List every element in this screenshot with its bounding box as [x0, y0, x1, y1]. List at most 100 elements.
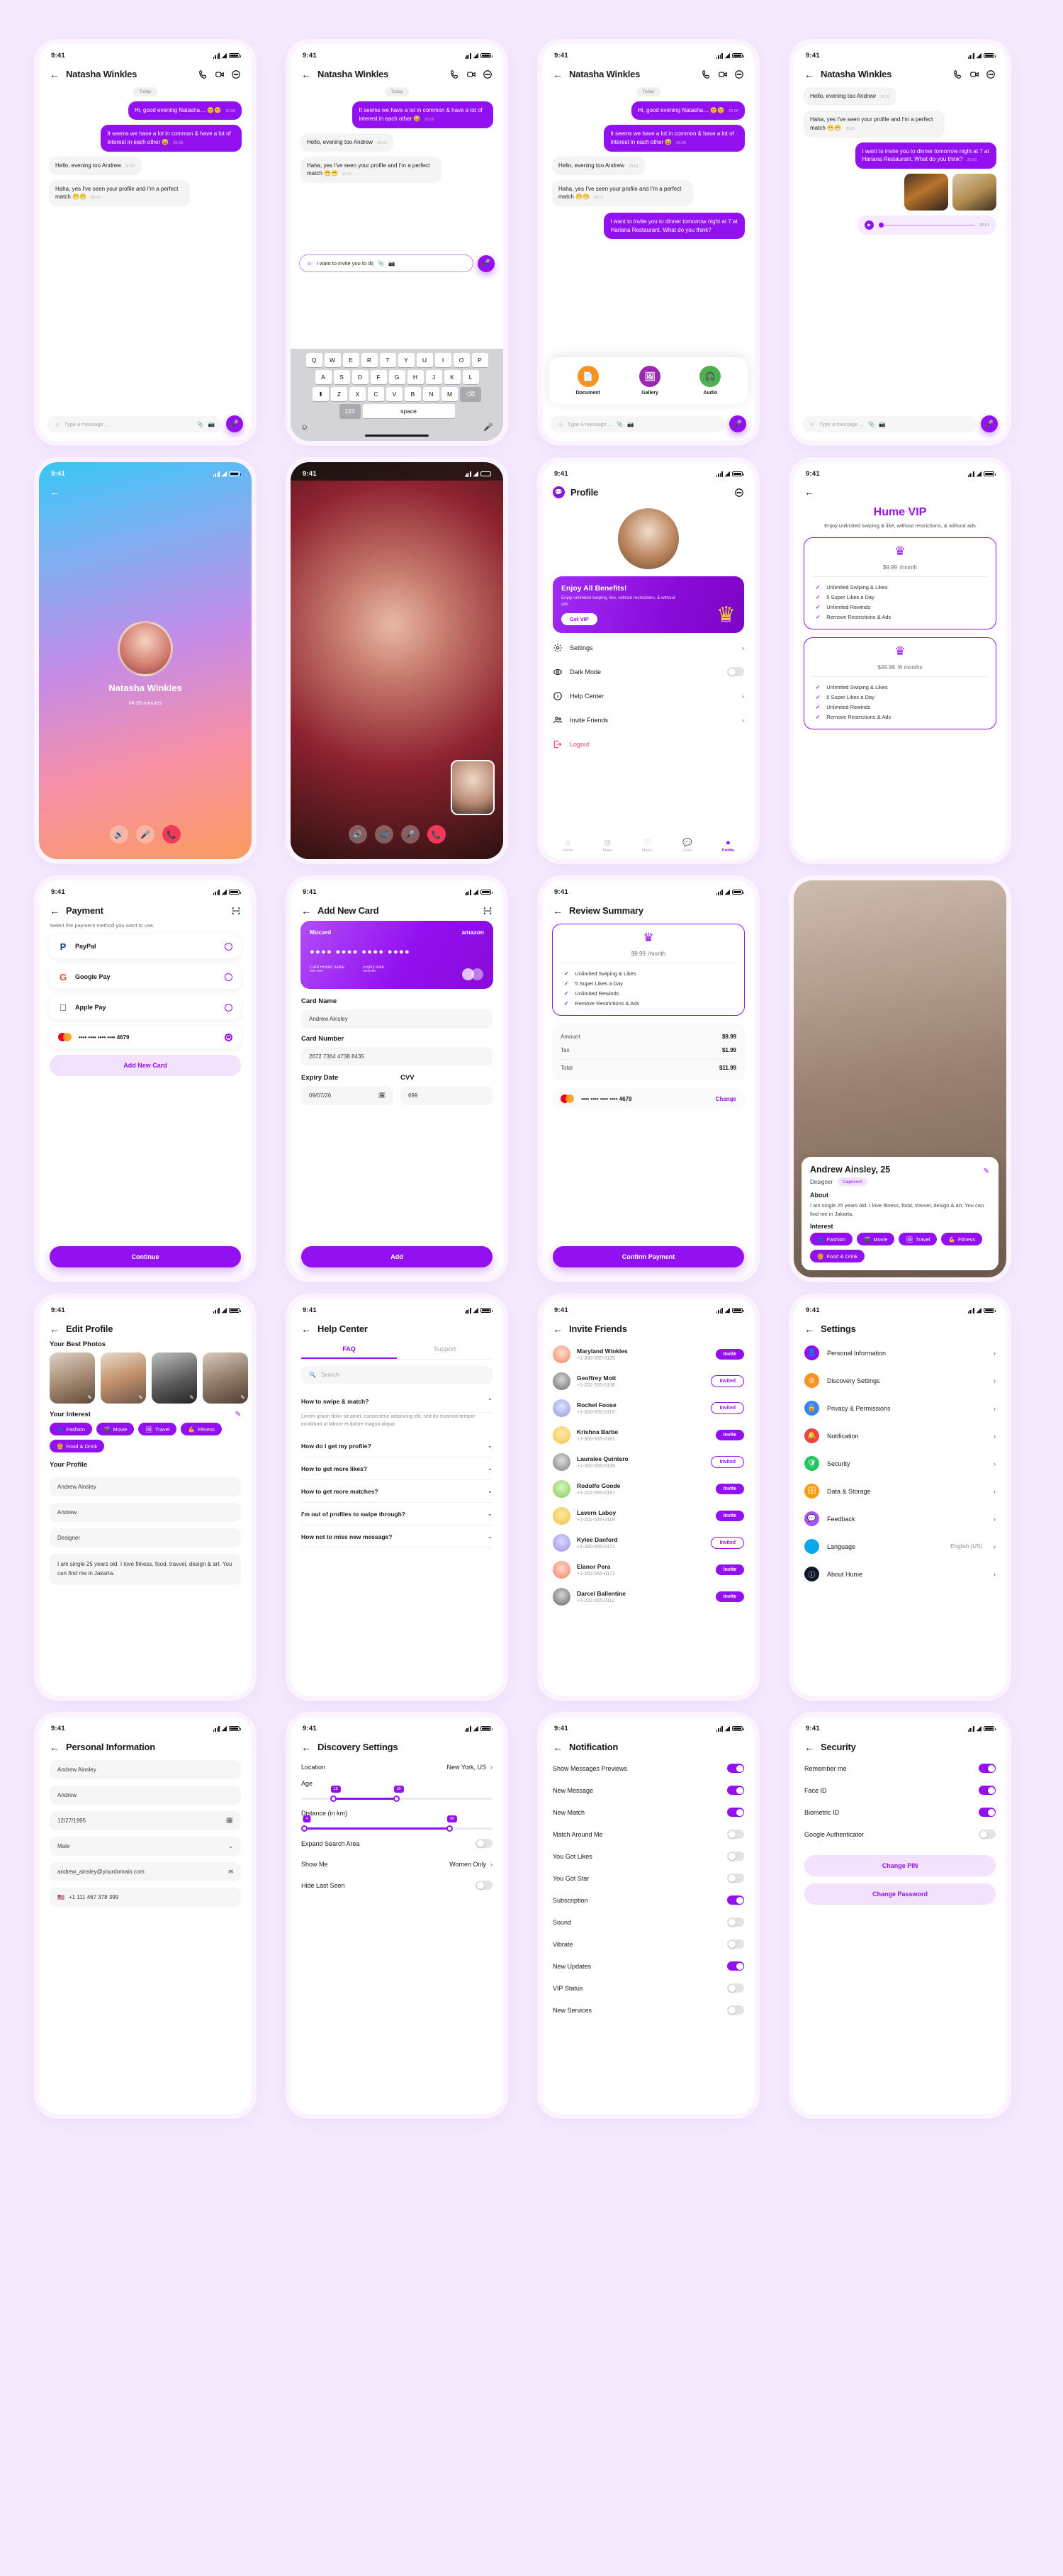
- self-video-preview[interactable]: [451, 760, 495, 815]
- show-me-row[interactable]: Show Me Women Only ›: [291, 1854, 503, 1874]
- back-icon[interactable]: ←: [301, 1324, 311, 1334]
- edit-icon[interactable]: ✎: [189, 1394, 194, 1401]
- change-card-button[interactable]: Change: [716, 1096, 736, 1102]
- mic-button[interactable]: 🎤: [478, 254, 495, 272]
- camera-icon[interactable]: 📷: [627, 421, 634, 427]
- speaker-icon[interactable]: 🔊: [110, 825, 128, 844]
- shift-key[interactable]: ⬆: [313, 387, 329, 401]
- message-input[interactable]: ☺ Type a message ... 📎 📷: [551, 415, 725, 432]
- invite-button[interactable]: Invite: [715, 1510, 744, 1521]
- mute-icon[interactable]: 🎤: [136, 825, 154, 844]
- notification-toggle[interactable]: [727, 1983, 744, 1993]
- mail-icon[interactable]: ✉: [228, 1869, 233, 1875]
- payment-radio[interactable]: [225, 1003, 232, 1012]
- faq-item[interactable]: How not to miss new message? ⌄: [301, 1525, 493, 1549]
- menu-item-dark-mode[interactable]: Dark Mode: [553, 660, 744, 684]
- mic-icon[interactable]: 🎤: [483, 422, 493, 432]
- phone-call-icon[interactable]: [198, 69, 208, 79]
- expand-search-toggle[interactable]: [476, 1839, 493, 1848]
- menu-item-logout[interactable]: Logout: [553, 732, 744, 756]
- cvv-input[interactable]: 699: [400, 1086, 493, 1105]
- notification-row[interactable]: Subscription: [542, 1889, 755, 1911]
- card-name-input[interactable]: Andrew Ainsley: [301, 1009, 493, 1029]
- interest-chip[interactable]: 💪 Fitness: [181, 1423, 223, 1435]
- settings-item-security[interactable]: 🛡 Security ›: [794, 1450, 1006, 1477]
- message-input[interactable]: ☺ Type a message ... 📎 📷: [47, 415, 222, 432]
- camera-icon[interactable]: 📷: [208, 421, 215, 427]
- settings-item-discovery-settings[interactable]: ◎ Discovery Settings ›: [794, 1367, 1006, 1394]
- back-icon[interactable]: ←: [553, 906, 563, 916]
- full-name-input[interactable]: Andrew Ainsley: [50, 1760, 241, 1779]
- interest-chip[interactable]: 👗 Fashion: [50, 1423, 93, 1435]
- continue-button[interactable]: Continue: [50, 1246, 241, 1267]
- attach-icon[interactable]: 📎: [197, 421, 203, 427]
- nickname-input[interactable]: Andrew: [50, 1786, 241, 1805]
- numeric-key[interactable]: 123: [339, 404, 361, 418]
- video-call-icon[interactable]: [969, 69, 979, 79]
- settings-item-data-storage[interactable]: 🗄 Data & Storage ›: [794, 1477, 1006, 1505]
- interest-chip[interactable]: 🎬 Movie: [857, 1233, 895, 1245]
- invite-button[interactable]: Invite: [715, 1483, 744, 1494]
- key[interactable]: F: [370, 370, 387, 384]
- attach-icon[interactable]: 📎: [617, 421, 623, 427]
- edit-icon[interactable]: ✎: [240, 1394, 245, 1401]
- notification-row[interactable]: New Match: [542, 1801, 755, 1823]
- interest-chip[interactable]: 🍔 Food & Drink: [810, 1250, 865, 1262]
- notification-toggle[interactable]: [727, 1961, 744, 1971]
- security-toggle[interactable]: [979, 1830, 996, 1839]
- emoji-icon[interactable]: ☺: [300, 423, 308, 432]
- interest-chip[interactable]: 🖼 Travel: [899, 1233, 938, 1245]
- add-new-card-button[interactable]: Add New Card: [50, 1055, 241, 1076]
- notification-toggle[interactable]: [727, 1939, 744, 1949]
- back-icon[interactable]: ←: [804, 69, 814, 79]
- payment-method-google-pay[interactable]: G Google Pay: [50, 965, 241, 989]
- faq-item[interactable]: How do I get my profile? ⌄: [301, 1435, 493, 1458]
- chevron-down-icon[interactable]: ⌄: [228, 1843, 233, 1849]
- notification-row[interactable]: New Message: [542, 1779, 755, 1801]
- camera-icon[interactable]: 📷: [388, 260, 395, 267]
- key[interactable]: R: [361, 353, 378, 367]
- notification-toggle[interactable]: [727, 1874, 744, 1883]
- distance-min-knob[interactable]: [301, 1825, 308, 1832]
- key[interactable]: P: [471, 353, 488, 367]
- key[interactable]: K: [444, 370, 461, 384]
- phone-input[interactable]: 🇺🇸 +1 111 467 378 399: [50, 1888, 241, 1907]
- space-key[interactable]: space: [362, 404, 455, 418]
- tab-chats[interactable]: 💬 Chats: [682, 839, 692, 853]
- video-call-icon[interactable]: [718, 69, 728, 79]
- mic-button[interactable]: 🎤: [729, 415, 746, 432]
- invite-button[interactable]: Invited: [711, 1374, 744, 1387]
- invite-button[interactable]: Invite: [715, 1348, 744, 1360]
- change-pin-button[interactable]: Change PIN: [804, 1855, 996, 1876]
- settings-item-privacy-permissions[interactable]: 🔒 Privacy & Permissions ›: [794, 1394, 1006, 1422]
- notification-row[interactable]: Vibrate: [542, 1933, 755, 1955]
- email-input[interactable]: andrew_ainsley@yourdomain.com ✉: [50, 1862, 241, 1881]
- more-options-icon[interactable]: [986, 69, 996, 79]
- security-toggle[interactable]: [979, 1808, 996, 1817]
- camera-icon[interactable]: 📷: [879, 421, 885, 427]
- key[interactable]: Z: [331, 387, 347, 401]
- key[interactable]: D: [351, 370, 369, 384]
- notification-toggle[interactable]: [727, 1917, 744, 1927]
- faq-item[interactable]: How to get more likes? ⌄: [301, 1457, 493, 1481]
- notification-toggle[interactable]: [727, 2005, 744, 2015]
- voice-message[interactable]: ▶ 20.01: [857, 215, 996, 235]
- dark-mode-toggle[interactable]: [727, 667, 744, 677]
- back-icon[interactable]: ←: [50, 1324, 60, 1334]
- notification-row[interactable]: You Got Likes: [542, 1845, 755, 1867]
- media-thumbnail[interactable]: [904, 174, 948, 211]
- payment-method-apple-pay[interactable]:  Apple Pay: [50, 995, 241, 1019]
- back-icon[interactable]: ←: [553, 69, 563, 79]
- invite-button[interactable]: Invite: [715, 1591, 744, 1602]
- edit-icon[interactable]: ✎: [235, 1411, 241, 1418]
- key[interactable]: H: [407, 370, 424, 384]
- tab-support[interactable]: Support: [397, 1340, 493, 1359]
- message-input[interactable]: ☺ Type a message ... 📎 📷: [802, 415, 977, 432]
- settings-item-personal-information[interactable]: 👤 Personal Information ›: [794, 1339, 1006, 1367]
- profile-photo[interactable]: ✎: [50, 1353, 95, 1404]
- back-icon[interactable]: ←: [804, 1742, 814, 1752]
- mic-button[interactable]: 🎤: [981, 415, 998, 432]
- hide-last-seen-row[interactable]: Hide Last Seen: [291, 1874, 503, 1896]
- key[interactable]: B: [405, 387, 421, 401]
- scan-card-icon[interactable]: [483, 906, 493, 916]
